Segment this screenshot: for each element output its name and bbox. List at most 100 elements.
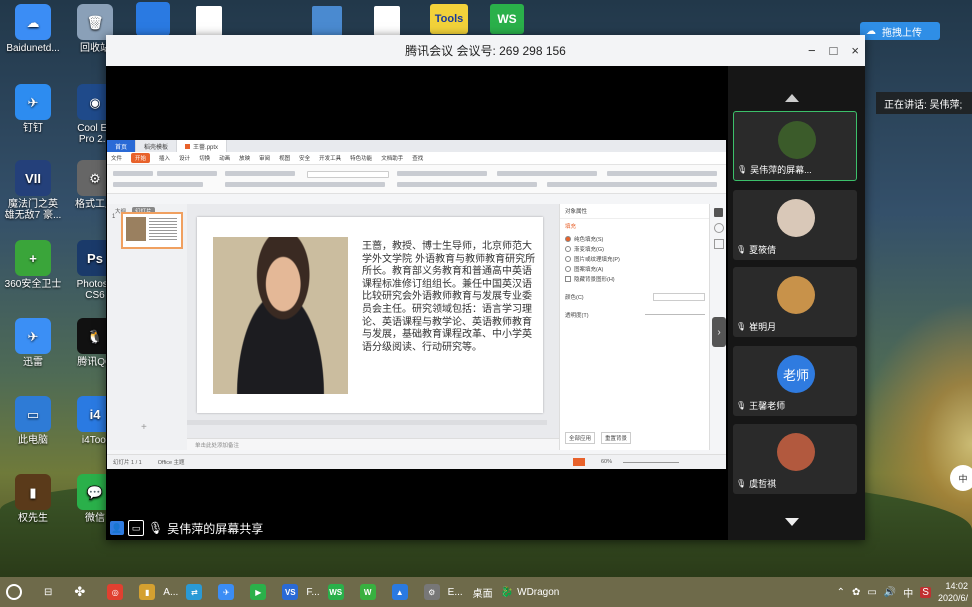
- desktop-icon-xunlei[interactable]: ✈ 迅雷: [4, 318, 62, 368]
- fill-option[interactable]: 纯色填充(S): [565, 235, 705, 243]
- pdf-file-icon[interactable]: [196, 6, 222, 36]
- taskbar-app[interactable]: WS: [320, 584, 352, 600]
- wps-menu-item[interactable]: 动画: [219, 154, 230, 162]
- fill-option[interactable]: 渐变填充(G): [565, 245, 705, 253]
- copy-rail-icon[interactable]: [713, 239, 724, 249]
- close-icon[interactable]: ×: [851, 43, 859, 58]
- folder-icon[interactable]: [312, 6, 342, 36]
- tray-arrow-icon[interactable]: ⌃: [837, 587, 845, 598]
- minimize-icon[interactable]: −: [808, 43, 816, 58]
- taskbar-app[interactable]: ▮ A...: [131, 584, 178, 600]
- participant-name-row: 🎙 崔明月: [736, 320, 776, 333]
- horizontal-scrollbar[interactable]: [187, 420, 547, 425]
- wps-menu-item[interactable]: 切换: [199, 154, 210, 162]
- participant-name: 吴伟萍的屏幕...: [750, 165, 812, 175]
- cortana-icon[interactable]: [6, 584, 22, 600]
- participant-tile[interactable]: 🎙 吴伟萍的屏幕...: [733, 111, 857, 181]
- participant-name-row: 🎙 吴伟萍的屏幕...: [737, 163, 812, 176]
- pinwheel-icon[interactable]: ✤: [74, 584, 85, 600]
- transparency-slider[interactable]: [645, 314, 705, 315]
- wps-menu-item[interactable]: 审阅: [259, 154, 270, 162]
- settings-rail-icon[interactable]: [713, 223, 724, 233]
- wps-desktop-icon[interactable]: WS: [490, 4, 524, 34]
- fill-option[interactable]: 隐藏背景图形(H): [565, 275, 705, 283]
- participant-name-row: 🎙 夏筱倩: [736, 243, 776, 256]
- fill-option[interactable]: 图片或纹理填充(P): [565, 255, 705, 263]
- taskbar-app[interactable]: ▲: [384, 584, 416, 600]
- play-icon[interactable]: [573, 458, 585, 466]
- wps-menu-item[interactable]: 开发工具: [319, 154, 341, 162]
- properties-rail-icon[interactable]: [714, 208, 723, 217]
- fill-options: 纯色填充(S) 渐变填充(G) 图片或纹理填充(P) 图案填充(A) 隐藏背景图形(H): [560, 235, 710, 283]
- taskbar-app[interactable]: ▶: [242, 584, 274, 600]
- wps-menu-item[interactable]: 插入: [159, 154, 170, 162]
- screen-share-area: 首页 稻壳模板 王蔷.pptx 文件 开始 插入 设计 切换 动画 放映 审阅 视图 安全 开发工具…: [106, 66, 728, 540]
- wps-tab-document[interactable]: 王蔷.pptx: [177, 140, 228, 152]
- scroll-up-arrow-icon[interactable]: [785, 94, 799, 102]
- maximize-icon[interactable]: □: [830, 43, 838, 58]
- desktop-icon-quanxiansheng[interactable]: ▮ 权先生: [4, 474, 62, 524]
- notes-area[interactable]: 单击此处添加备注: [187, 438, 559, 450]
- participant-tile[interactable]: 🎙 崔明月: [733, 267, 857, 337]
- wps-menu-item[interactable]: 查找: [412, 154, 423, 162]
- wps-tab-templates[interactable]: 稻壳模板: [136, 140, 178, 152]
- wps-menu-item[interactable]: 放映: [239, 154, 250, 162]
- tray-app-icon[interactable]: ✿: [852, 587, 860, 598]
- clock[interactable]: 14:02 2020/6/: [938, 580, 968, 604]
- taskbar-app[interactable]: W: [352, 584, 384, 600]
- desktop-icon-baidunetdisk[interactable]: ☁ Baidunetd...: [4, 4, 62, 54]
- desktop-icon-dingding[interactable]: ✈ 钉钉: [4, 84, 62, 134]
- avatar: [777, 433, 815, 471]
- wps-menu-item[interactable]: 开始: [131, 153, 151, 163]
- wps-menu-item[interactable]: 安全: [299, 154, 310, 162]
- ime-indicator[interactable]: 中: [903, 585, 913, 600]
- wps-menu-item[interactable]: 视图: [279, 154, 290, 162]
- ppt-icon: [185, 143, 191, 149]
- network-icon[interactable]: ▭: [867, 587, 876, 598]
- fill-option[interactable]: 图案填充(A): [565, 265, 705, 273]
- participant-tile[interactable]: 🎙 夏筱倩: [733, 190, 857, 260]
- scroll-down-arrow-icon[interactable]: [785, 518, 799, 526]
- sogou-icon[interactable]: S: [920, 586, 931, 598]
- zoom-slider[interactable]: [623, 462, 679, 463]
- tools-icon[interactable]: Tools: [430, 4, 468, 34]
- task-view-icon[interactable]: ⊟: [44, 587, 52, 598]
- apply-all-button[interactable]: 全部应用: [565, 432, 596, 444]
- participant-tile[interactable]: 老师 🎙 王馨老师: [733, 346, 857, 416]
- collapse-panel-button[interactable]: ›: [712, 317, 726, 347]
- taskbar-app[interactable]: ⇄: [178, 584, 210, 600]
- upload-button[interactable]: ☁ 拖拽上传: [860, 22, 940, 40]
- wps-menu-item[interactable]: 设计: [179, 154, 190, 162]
- taskbar-app[interactable]: ✈: [210, 584, 242, 600]
- slide[interactable]: 王蔷，教授、博士生导师，北京师范大学外文学院 外语教育与教师教育研究所所长。教育…: [197, 217, 543, 413]
- wdragon-icon: 🐉: [500, 586, 514, 598]
- fill-option-label: 隐藏背景图形(H): [574, 277, 615, 283]
- taskbar-app[interactable]: ◎: [99, 584, 131, 600]
- meeting-app-icon[interactable]: [136, 2, 170, 36]
- desktop-toolbar-label[interactable]: 桌面: [473, 585, 493, 600]
- wps-menu-item[interactable]: 文件: [111, 154, 122, 162]
- screen-share-label: 👤 ▭ 🎙 吴伟萍的屏幕共享: [110, 519, 263, 537]
- reset-background-button[interactable]: 重置背景: [601, 432, 632, 444]
- wps-tab-home[interactable]: 首页: [107, 140, 137, 152]
- wps-menu-item[interactable]: 特色功能: [350, 154, 372, 162]
- wdragon-label[interactable]: WDragon: [517, 587, 559, 598]
- desktop-icon-label: 权先生: [18, 513, 48, 524]
- chat-bubble[interactable]: 中: [950, 465, 972, 491]
- volume-icon[interactable]: 🔊: [884, 587, 896, 598]
- pdf-file-icon-2[interactable]: [374, 6, 400, 36]
- slide-thumbnail[interactable]: [121, 212, 183, 249]
- radio-icon: [565, 266, 571, 272]
- wps-menu-item[interactable]: 文档助手: [381, 154, 403, 162]
- share-owner-label: 吴伟萍的屏幕共享: [167, 521, 264, 536]
- theme-name: Office 主题: [157, 460, 185, 466]
- desktop-icon-magic-gate[interactable]: VII 魔法门之英 雄无敌7 豪...: [4, 160, 62, 221]
- add-slide-icon[interactable]: +: [141, 422, 147, 433]
- taskbar-app-icon: WS: [327, 584, 344, 600]
- color-picker[interactable]: [653, 293, 705, 301]
- participant-tile[interactable]: 🎙 虞哲祺: [733, 424, 857, 494]
- taskbar-app[interactable]: ⚙ E...: [416, 584, 463, 600]
- desktop-icon-this-pc[interactable]: ▭ 此电脑: [4, 396, 62, 446]
- taskbar-app[interactable]: VS F...: [274, 584, 320, 600]
- desktop-icon-360-safe[interactable]: +360安全卫士: [4, 240, 62, 290]
